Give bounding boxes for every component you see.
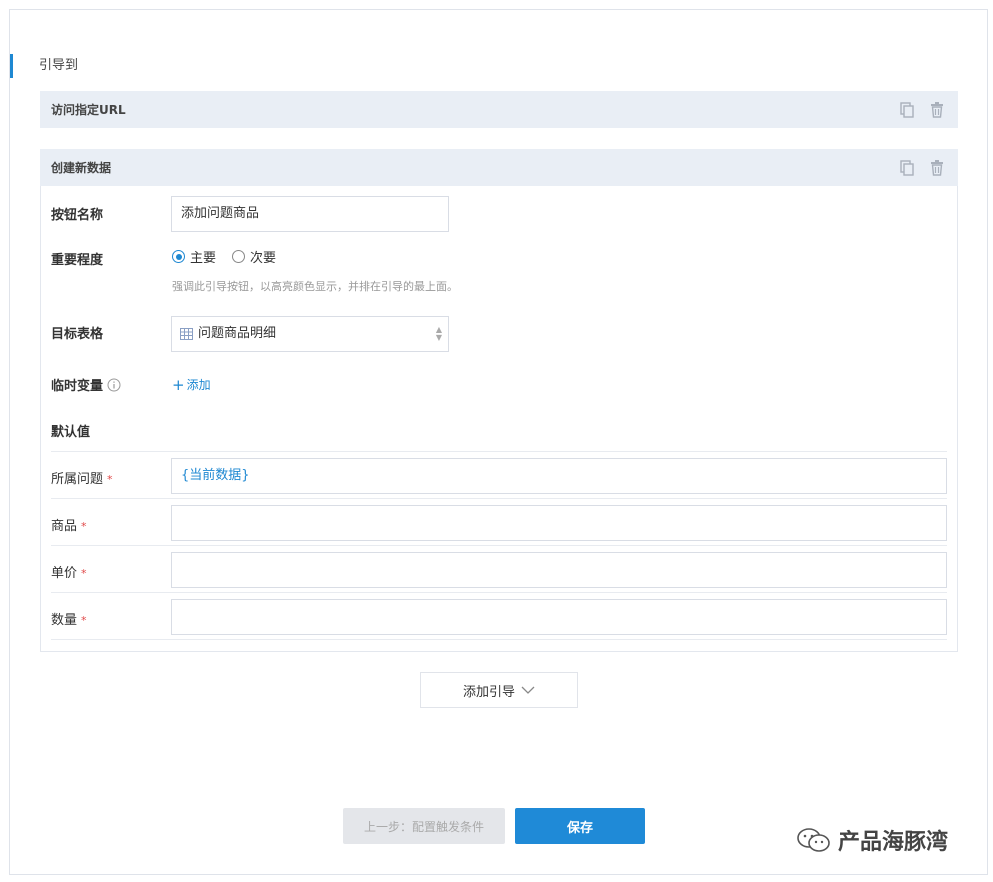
card-body: 按钮名称 添加问题商品 重要程度 主要 次要 强调此引导按钮，以高亮颜色显示，并… bbox=[40, 186, 958, 652]
info-icon[interactable] bbox=[107, 378, 121, 392]
guide-card-visit-url: 访问指定URL bbox=[40, 91, 958, 128]
copy-icon[interactable] bbox=[898, 159, 916, 177]
field-label-quantity: 数量 * bbox=[51, 613, 87, 628]
defaults-label: 默认值 bbox=[51, 425, 91, 440]
add-guide-label: 添加引导 bbox=[462, 684, 515, 700]
radio-secondary[interactable]: 次要 bbox=[232, 247, 276, 266]
add-guide-button[interactable]: 添加引导 bbox=[420, 672, 578, 708]
radio-checked-icon bbox=[172, 250, 185, 263]
save-button[interactable]: 保存 bbox=[515, 808, 645, 844]
radio-primary[interactable]: 主要 bbox=[172, 247, 216, 266]
divider bbox=[51, 545, 947, 546]
add-label: 添加 bbox=[186, 378, 211, 392]
sort-arrows-icon: ▲ ▼ bbox=[435, 325, 442, 342]
divider bbox=[51, 498, 947, 499]
watermark: 产品海豚湾 bbox=[796, 824, 948, 856]
field-input-issue[interactable]: {当前数据} bbox=[171, 458, 947, 494]
field-label-issue: 所属问题 * bbox=[51, 472, 113, 487]
importance-hint: 强调此引导按钮，以高亮颜色显示，并排在引导的最上面。 bbox=[172, 280, 458, 293]
copy-icon[interactable] bbox=[898, 101, 916, 119]
divider bbox=[51, 639, 947, 640]
table-grid-icon bbox=[180, 328, 193, 340]
radio-label: 主要 bbox=[190, 251, 217, 266]
field-label-product: 商品 * bbox=[51, 519, 87, 534]
card-header: 创建新数据 bbox=[40, 149, 958, 186]
required-mark: * bbox=[107, 473, 113, 486]
importance-radio-group: 主要 次要 bbox=[172, 247, 276, 266]
add-temp-var-button[interactable]: + 添加 bbox=[172, 376, 211, 393]
target-table-label: 目标表格 bbox=[51, 327, 104, 342]
field-label-price: 单价 * bbox=[51, 566, 87, 581]
button-name-label: 按钮名称 bbox=[51, 208, 104, 223]
chevron-down-icon bbox=[521, 686, 535, 694]
field-input-price[interactable] bbox=[171, 552, 947, 588]
radio-unchecked-icon bbox=[232, 250, 246, 263]
target-table-select[interactable]: 问题商品明细 ▲ ▼ bbox=[171, 316, 449, 352]
button-name-input[interactable]: 添加问题商品 bbox=[171, 196, 449, 232]
temp-vars-row: 临时变量 bbox=[51, 375, 121, 394]
section-title: 引导到 bbox=[10, 54, 78, 78]
divider bbox=[51, 592, 947, 593]
divider bbox=[51, 451, 947, 452]
temp-vars-label: 临时变量 bbox=[51, 379, 104, 394]
card-header: 访问指定URL bbox=[40, 91, 958, 128]
card-title: 创建新数据 bbox=[51, 161, 112, 175]
required-mark: * bbox=[81, 567, 87, 580]
plus-icon: + bbox=[172, 375, 185, 394]
required-mark: * bbox=[81, 520, 87, 533]
field-input-quantity[interactable] bbox=[171, 599, 947, 635]
trash-icon[interactable] bbox=[928, 159, 946, 177]
guide-card-create-data: 创建新数据 按钮名称 添加问题商品 重要程度 主要 次要 强调此引导按钮，以高亮… bbox=[40, 149, 958, 652]
trash-icon[interactable] bbox=[928, 101, 946, 119]
radio-label: 次要 bbox=[250, 251, 277, 266]
field-input-product[interactable] bbox=[171, 505, 947, 541]
wechat-logo-icon bbox=[796, 826, 832, 854]
target-table-value: 问题商品明细 bbox=[198, 326, 277, 341]
required-mark: * bbox=[81, 614, 87, 627]
prev-step-button[interactable]: 上一步：配置触发条件 bbox=[343, 808, 505, 844]
watermark-text: 产品海豚湾 bbox=[838, 830, 949, 855]
card-title: 访问指定URL bbox=[51, 103, 126, 117]
importance-label: 重要程度 bbox=[51, 253, 104, 268]
